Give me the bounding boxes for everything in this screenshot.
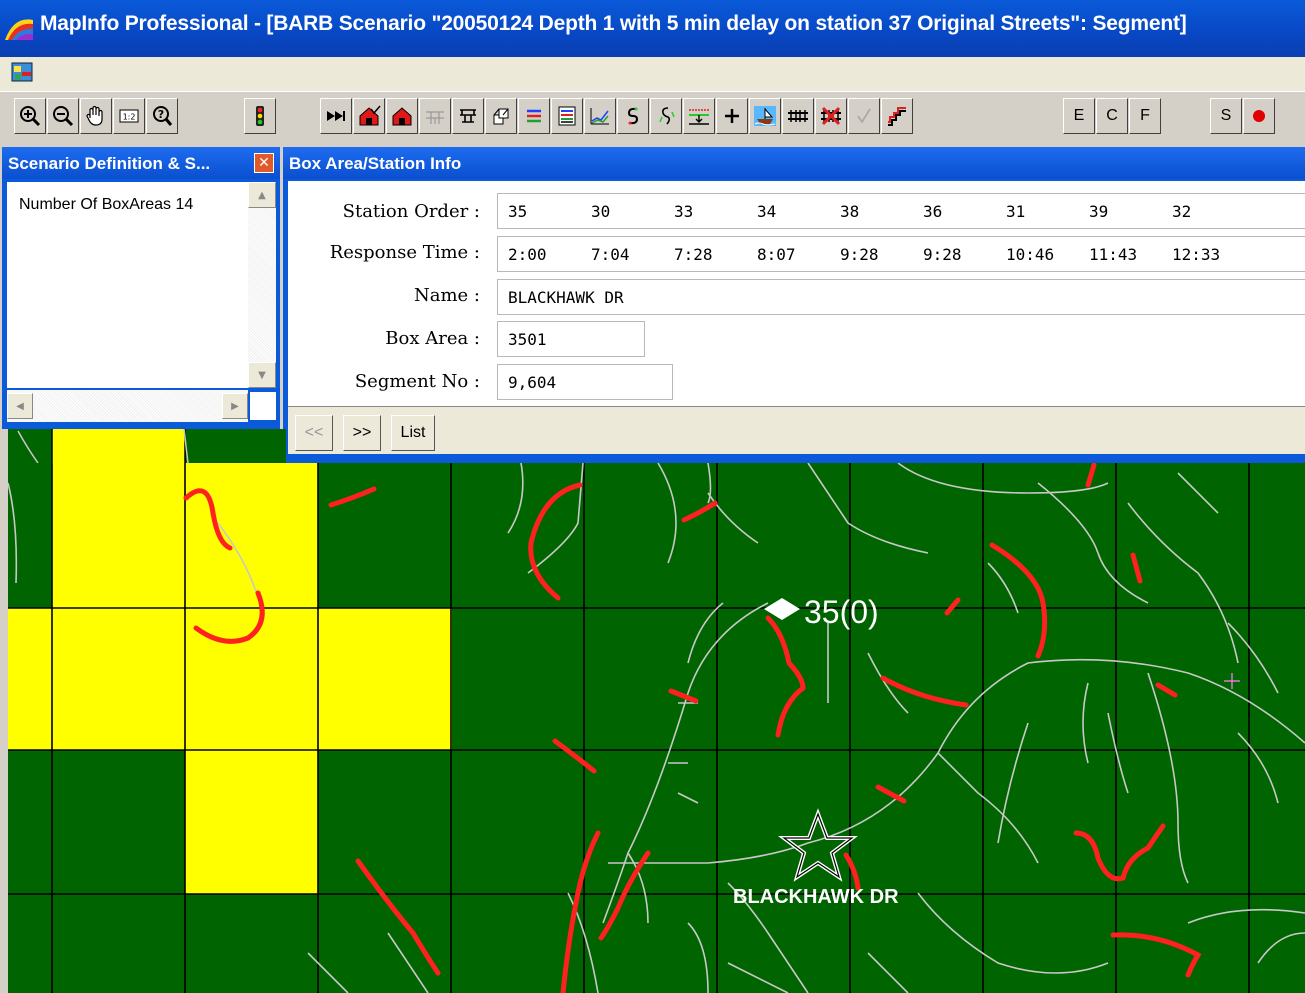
graph-icon[interactable]	[584, 98, 616, 134]
station-icon[interactable]	[386, 98, 418, 134]
street-name-label: BLACKHAWK DR	[733, 886, 899, 908]
segment-s-icon[interactable]	[617, 98, 649, 134]
lines-icon[interactable]	[518, 98, 550, 134]
scroll-left-icon[interactable]: ◀	[7, 393, 33, 419]
vertical-scrollbar[interactable]: ▲ ▼	[248, 182, 276, 388]
station-order-cell: 34	[757, 202, 777, 221]
segment-no-field[interactable]: 9,604	[497, 364, 673, 400]
map-strip-left[interactable]	[8, 429, 286, 463]
scenario-definition-panel: Scenario Definition & S... ✕ Number Of B…	[2, 147, 280, 429]
station-order-cell: 30	[591, 202, 611, 221]
mapinfo-app-icon[interactable]	[4, 14, 34, 42]
rail-icon[interactable]	[782, 98, 814, 134]
horizontal-scrollbar[interactable]: ◀ ▶	[7, 390, 248, 422]
response-time-cell: 12:33	[1172, 245, 1221, 264]
grid-disabled-icon[interactable]	[419, 98, 451, 134]
stairs-icon[interactable]	[881, 98, 913, 134]
response-time-cell: 8:07	[757, 245, 796, 264]
grabber-hand-icon[interactable]	[80, 98, 112, 134]
station-order-cell: 31	[1006, 202, 1026, 221]
map-window[interactable]: 35(0) BLACKHAWK DR	[8, 463, 1305, 993]
box-area-station-info-panel: Box Area/Station Info Station Order : 35…	[283, 147, 1305, 463]
station-order-cell: 33	[674, 202, 694, 221]
check-disabled-icon[interactable]	[848, 98, 880, 134]
close-icon[interactable]: ✕	[254, 153, 274, 173]
traffic-light-icon[interactable]	[244, 98, 276, 134]
toolbar-group-scenario	[320, 98, 914, 136]
table-icon[interactable]	[551, 98, 583, 134]
menu-bar	[0, 57, 1305, 92]
window-title: MapInfo Professional - [BARB Scenario "2…	[40, 12, 1187, 35]
station-check-icon[interactable]	[353, 98, 385, 134]
segment-no-value: 9,604	[508, 373, 557, 392]
response-time-cell: 2:00	[508, 245, 547, 264]
zoom-out-icon[interactable]	[47, 98, 79, 134]
station-order-cell: 32	[1172, 202, 1192, 221]
route-tool-icon[interactable]	[452, 98, 484, 134]
station-order-cell: 36	[923, 202, 943, 221]
toolbar-group-text: E C F	[1063, 98, 1162, 136]
scroll-up-icon[interactable]: ▲	[248, 182, 276, 208]
name-field[interactable]: BLACKHAWK DR	[497, 279, 1305, 315]
station-order-field[interactable]: 35 30 33 34 38 36 31 39 32	[497, 193, 1305, 229]
response-time-cell: 7:04	[591, 245, 630, 264]
response-time-cell: 11:43	[1089, 245, 1138, 264]
station-order-cell: 39	[1089, 202, 1109, 221]
station-order-label: Station Order :	[342, 201, 480, 222]
title-bar: MapInfo Professional - [BARB Scenario "2…	[0, 0, 1305, 57]
box-area-label: Box Area :	[385, 328, 480, 349]
scrollbar-corner	[250, 392, 276, 420]
document-window-icon[interactable]	[10, 60, 36, 86]
segment-split-icon[interactable]	[650, 98, 682, 134]
name-label: Name :	[414, 285, 480, 306]
info-panel-header: Box Area/Station Info	[283, 147, 1305, 179]
scenario-panel-body: Number Of BoxAreas 14	[7, 182, 248, 388]
toolbar-group-navigation: 1:2 ?	[14, 98, 179, 136]
plus-icon[interactable]	[716, 98, 748, 134]
list-button[interactable]: List	[391, 415, 435, 451]
scroll-right-icon[interactable]: ▶	[222, 393, 248, 419]
svg-text:1:2: 1:2	[123, 113, 136, 122]
ruler-icon[interactable]	[683, 98, 715, 134]
response-time-label: Response Time :	[329, 242, 480, 263]
box-area-value: 3501	[508, 330, 547, 349]
svg-text:?: ?	[158, 108, 164, 121]
change-view-icon[interactable]: 1:2	[113, 98, 145, 134]
name-value: BLACKHAWK DR	[508, 288, 624, 307]
next-button[interactable]: >>	[343, 415, 381, 451]
scenario-panel-header: Scenario Definition & S... ✕	[2, 147, 280, 179]
c-button[interactable]: C	[1096, 98, 1128, 134]
info-tool-icon[interactable]: ?	[146, 98, 178, 134]
station-order-cell: 35	[508, 202, 528, 221]
station-order-cell: 38	[840, 202, 860, 221]
scroll-down-icon[interactable]: ▼	[248, 362, 276, 388]
response-time-cell: 9:28	[840, 245, 879, 264]
segment-no-label: Segment No :	[354, 371, 480, 392]
toolbar-group-record: S	[1210, 98, 1276, 136]
fast-forward-icon[interactable]	[320, 98, 352, 134]
response-time-cell: 9:28	[923, 245, 962, 264]
info-panel-body: Station Order : 35 30 33 34 38 36 31 39 32 Respo…	[288, 181, 1305, 454]
stack-tool-icon[interactable]	[485, 98, 517, 134]
s-button[interactable]: S	[1210, 98, 1242, 134]
main-toolbar: 1:2 ? E C F S	[0, 91, 1305, 146]
box-area-field[interactable]: 3501	[497, 321, 645, 357]
previous-button[interactable]: <<	[295, 415, 333, 451]
e-button[interactable]: E	[1063, 98, 1095, 134]
response-time-cell: 10:46	[1006, 245, 1055, 264]
station-label: 35(0)	[804, 594, 879, 630]
zoom-in-icon[interactable]	[14, 98, 46, 134]
box-areas-count: Number Of BoxAreas 14	[19, 196, 194, 213]
scenario-panel-title: Scenario Definition & S...	[8, 154, 211, 173]
response-time-field[interactable]: 2:00 7:04 7:28 8:07 9:28 9:28 10:46 11:43 12:33	[497, 236, 1305, 272]
info-nav-bar: << >> List	[288, 406, 1305, 454]
f-button[interactable]: F	[1129, 98, 1161, 134]
rail-cross-icon[interactable]	[815, 98, 847, 134]
record-icon[interactable]	[1243, 98, 1275, 134]
toolbar-group-traffic	[244, 98, 277, 136]
boat-icon[interactable]	[749, 98, 781, 134]
info-panel-title: Box Area/Station Info	[289, 154, 462, 173]
response-time-cell: 7:28	[674, 245, 713, 264]
